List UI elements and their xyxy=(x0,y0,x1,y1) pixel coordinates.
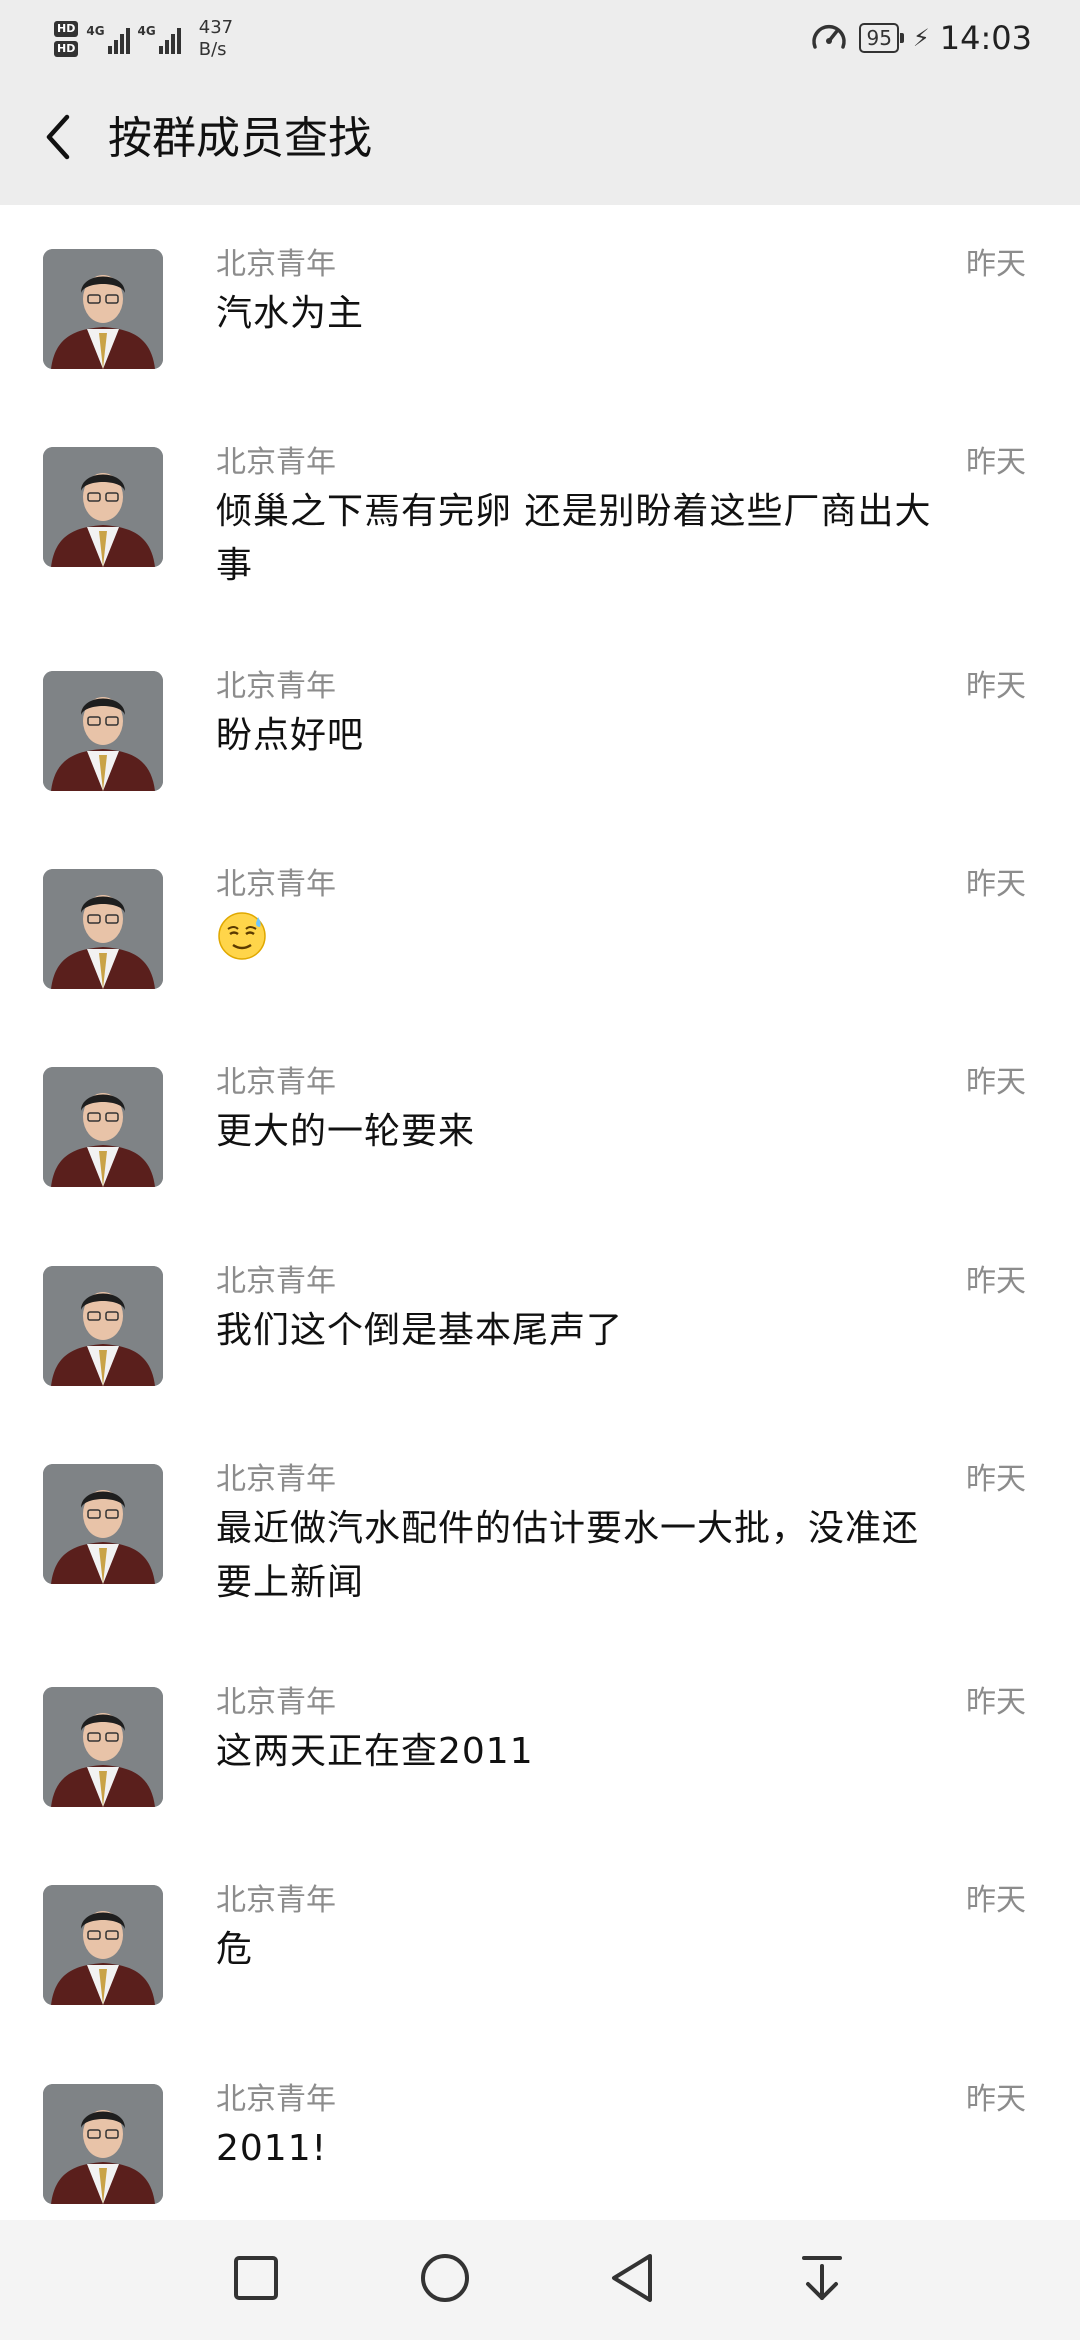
charging-icon: ⚡ xyxy=(912,24,930,52)
message-line: 2011! xyxy=(216,2128,328,2169)
message-time: 昨天 xyxy=(966,247,1026,282)
avatar[interactable] xyxy=(43,671,163,791)
hd-badge-1: HD xyxy=(54,21,79,37)
hd-badges: HD HD xyxy=(54,21,79,57)
signal-bars-icon xyxy=(158,24,181,54)
message-item[interactable]: 北京青年 昨天这两天正在查2011 xyxy=(0,1683,1080,1833)
avatar[interactable] xyxy=(43,1266,163,1386)
message-item[interactable]: 北京青年 昨天更大的一轮要来 xyxy=(0,1063,1080,1213)
message-time: 昨天 xyxy=(966,1462,1026,1497)
sender-name: 北京青年 xyxy=(216,1685,336,1720)
message-text: 最近做汽水配件的估计要水一大批，没准还 要上新闻 xyxy=(216,1502,1026,1610)
message-time: 昨天 xyxy=(966,1264,1026,1299)
network-speed-unit: B/s xyxy=(198,39,227,60)
message-line: 这两天正在查2011 xyxy=(216,1731,534,1772)
status-bar: HD HD 4G 4G 437 B/s 95 ⚡ 14:03 xyxy=(0,0,1080,75)
message-line: 我们这个倒是基本尾声了 xyxy=(216,1310,624,1351)
speedometer-icon xyxy=(809,19,849,57)
battery-level: 95 xyxy=(859,23,905,53)
network-speed-value: 437 xyxy=(198,17,234,38)
message-text: 汽水为主 xyxy=(216,287,1026,341)
message-time: 昨天 xyxy=(966,2082,1026,2117)
avatar[interactable] xyxy=(43,869,163,989)
message-text: 我们这个倒是基本尾声了 xyxy=(216,1304,1026,1358)
sender-name: 北京青年 xyxy=(216,247,336,282)
avatar[interactable] xyxy=(43,1067,163,1187)
navigation-bar xyxy=(0,2220,1080,2340)
message-text: 倾巢之下焉有完卵 还是别盼着这些厂商出大事 xyxy=(216,485,1026,593)
sender-name: 北京青年 xyxy=(216,1065,336,1100)
avatar[interactable] xyxy=(43,1687,163,1807)
network-type-1: 4G xyxy=(86,24,105,38)
screen: HD HD 4G 4G 437 B/s 95 ⚡ 14:03 按群成员查找 北京… xyxy=(0,0,1080,2340)
sender-name: 北京青年 xyxy=(216,1462,336,1497)
message-item[interactable]: 北京青年 昨天最近做汽水配件的估计要水一大批，没准还 要上新闻 xyxy=(0,1460,1080,1638)
signal-bars-icon xyxy=(107,24,130,54)
sender-name: 北京青年 xyxy=(216,2082,336,2117)
hd-badge-2: HD xyxy=(54,41,79,57)
message-item[interactable]: 北京青年 昨天 倾巢之下焉有完卵 还是别盼着这些厂商出大事 xyxy=(0,443,1080,621)
sender-name: 北京青年 xyxy=(216,1883,336,1918)
message-text: 更大的一轮要来 xyxy=(216,1105,1026,1159)
message-text: 这两天正在查2011 xyxy=(216,1725,1026,1779)
notification-pulldown-button[interactable] xyxy=(790,2248,854,2312)
message-line: 事 xyxy=(216,545,254,586)
avatar[interactable] xyxy=(43,2084,163,2204)
status-right: 95 ⚡ 14:03 xyxy=(809,16,1032,60)
message-time: 昨天 xyxy=(966,867,1026,902)
top-bar: HD HD 4G 4G 437 B/s 95 ⚡ 14:03 按群成员查找 xyxy=(0,0,1080,205)
message-line: 更大的一轮要来 xyxy=(216,1111,476,1152)
message-item[interactable]: 北京青年 昨天危 xyxy=(0,1881,1080,2031)
chevron-left-icon xyxy=(43,113,73,165)
home-button[interactable] xyxy=(413,2248,477,2312)
triangle-back-icon xyxy=(608,2252,656,2308)
square-icon xyxy=(232,2254,280,2306)
message-time: 昨天 xyxy=(966,445,1026,480)
network-type-2: 4G xyxy=(137,24,156,38)
pull-down-icon xyxy=(798,2252,846,2308)
message-item[interactable]: 北京青年 昨天我们这个倒是基本尾声了 xyxy=(0,1262,1080,1412)
message-time: 昨天 xyxy=(966,669,1026,704)
message-line: 最近做汽水配件的估计要水一大批，没准还 xyxy=(216,1508,920,1549)
message-line: 倾巢之下焉有完卵 还是别盼着这些厂商出大 xyxy=(216,491,932,532)
avatar[interactable] xyxy=(43,447,163,567)
title-bar: 按群成员查找 xyxy=(0,75,1080,205)
message-text: 2011! xyxy=(216,2122,1026,2176)
recent-apps-button[interactable] xyxy=(224,2248,288,2312)
avatar[interactable] xyxy=(43,1885,163,2005)
avatar[interactable] xyxy=(43,1464,163,1584)
message-item[interactable]: 北京青年 昨天 xyxy=(0,865,1080,1015)
message-time: 昨天 xyxy=(966,1065,1026,1100)
message-item[interactable]: 北京青年 昨天汽水为主 xyxy=(0,245,1080,395)
sender-name: 北京青年 xyxy=(216,669,336,704)
cold-sweat-smile-emoji-icon xyxy=(216,909,268,961)
status-left: HD HD 4G 4G 437 B/s xyxy=(54,14,233,64)
message-item[interactable]: 北京青年 昨天盼点好吧 xyxy=(0,667,1080,817)
sender-name: 北京青年 xyxy=(216,445,336,480)
signal-2: 4G xyxy=(138,24,181,54)
message-line: 要上新闻 xyxy=(216,1562,365,1603)
message-time: 昨天 xyxy=(966,1883,1026,1918)
back-nav-button[interactable] xyxy=(600,2248,664,2312)
circle-icon xyxy=(419,2252,471,2308)
message-item[interactable]: 北京青年 昨天 2011! xyxy=(0,2080,1080,2230)
sender-name: 北京青年 xyxy=(216,867,336,902)
sender-name: 北京青年 xyxy=(216,1264,336,1299)
back-button[interactable] xyxy=(30,111,86,167)
message-text: 危 xyxy=(216,1923,1026,1977)
page-title: 按群成员查找 xyxy=(108,113,372,164)
message-time: 昨天 xyxy=(966,1685,1026,1720)
message-text xyxy=(216,907,1026,961)
message-line: 汽水为主 xyxy=(216,293,365,334)
signal-1: 4G xyxy=(86,24,130,54)
clock: 14:03 xyxy=(939,19,1032,57)
avatar[interactable] xyxy=(43,249,163,369)
message-text: 盼点好吧 xyxy=(216,709,1026,763)
network-speed: 437 B/s xyxy=(199,17,233,61)
message-line: 危 xyxy=(216,1929,254,1970)
message-line: 盼点好吧 xyxy=(216,715,365,756)
